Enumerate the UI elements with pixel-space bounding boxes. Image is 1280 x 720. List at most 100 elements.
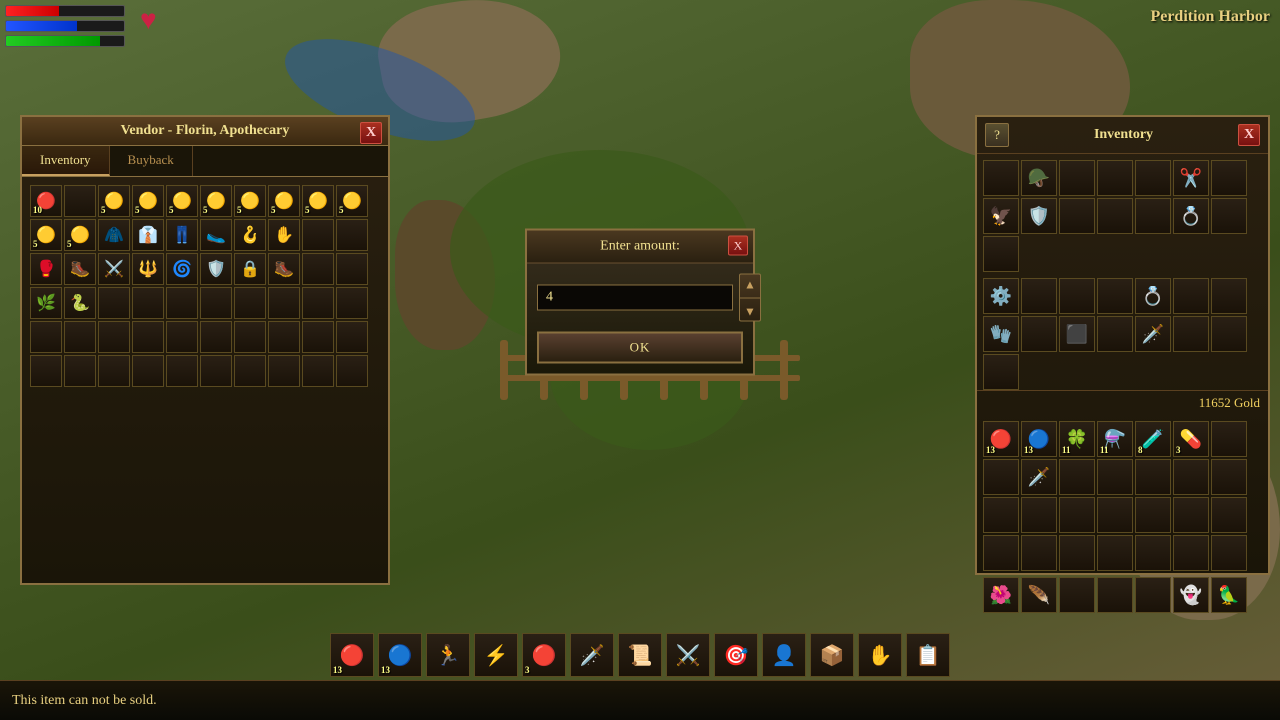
inv-slot-r-10[interactable] (1097, 198, 1133, 234)
vendor-slot-11[interactable]: 🟡5 (64, 219, 96, 251)
inv-slot-r-24[interactable]: ⬛ (1059, 316, 1095, 352)
vendor-slot-45[interactable] (200, 321, 232, 353)
spinner-up-icon[interactable]: ▲ (744, 278, 756, 290)
inv-item-slot-11[interactable] (1135, 459, 1171, 495)
inv-item-slot-16[interactable] (1059, 497, 1095, 533)
inv-slot-r-19[interactable]: 💍 (1135, 278, 1171, 314)
vendor-slot-48[interactable] (302, 321, 334, 353)
inv-item-slot-27[interactable] (1211, 535, 1247, 571)
inv-bottom-slot-3[interactable] (1097, 577, 1133, 613)
vendor-slot-49[interactable] (336, 321, 368, 353)
inv-slot-r-16[interactable] (1021, 278, 1057, 314)
dialog-close-button[interactable]: X (728, 236, 748, 256)
amount-input[interactable] (537, 285, 733, 311)
vendor-slot-1[interactable] (64, 185, 96, 217)
vendor-slot-18[interactable] (302, 219, 334, 251)
vendor-slot-13[interactable]: 👔 (132, 219, 164, 251)
vendor-slot-2[interactable]: 🟡5 (98, 185, 130, 217)
inv-bottom-slot-0[interactable]: 🌺 (983, 577, 1019, 613)
vendor-slot-39[interactable] (336, 287, 368, 319)
vendor-slot-41[interactable] (64, 321, 96, 353)
vendor-slot-0[interactable]: 🔴10 (30, 185, 62, 217)
vendor-slot-6[interactable]: 🟡5 (234, 185, 266, 217)
vendor-slot-57[interactable] (268, 355, 300, 387)
vendor-slot-58[interactable] (302, 355, 334, 387)
vendor-slot-21[interactable]: 🥾 (64, 253, 96, 285)
vendor-slot-37[interactable] (268, 287, 300, 319)
vendor-slot-35[interactable] (200, 287, 232, 319)
vendor-slot-26[interactable]: 🔒 (234, 253, 266, 285)
inventory-close-button[interactable]: X (1238, 124, 1260, 146)
vendor-slot-42[interactable] (98, 321, 130, 353)
vendor-slot-29[interactable] (336, 253, 368, 285)
tab-buyback[interactable]: Buyback (110, 146, 193, 176)
vendor-slot-7[interactable]: 🟡5 (268, 185, 300, 217)
vendor-slot-33[interactable] (132, 287, 164, 319)
inv-item-slot-9[interactable] (1059, 459, 1095, 495)
inv-slot-r-22[interactable]: 🧤 (983, 316, 1019, 352)
toolbar-slot-12[interactable]: 📋 (906, 633, 950, 677)
inv-slot-r-12[interactable]: 💍 (1173, 198, 1209, 234)
vendor-close-button[interactable]: X (360, 122, 382, 144)
inv-item-slot-2[interactable]: 🍀11 (1059, 421, 1095, 457)
inv-item-slot-25[interactable] (1135, 535, 1171, 571)
vendor-slot-17[interactable]: ✋ (268, 219, 300, 251)
vendor-slot-8[interactable]: 🟡5 (302, 185, 334, 217)
toolbar-slot-7[interactable]: ⚔️ (666, 633, 710, 677)
vendor-slot-43[interactable] (132, 321, 164, 353)
inv-item-slot-23[interactable] (1059, 535, 1095, 571)
inv-item-slot-12[interactable] (1173, 459, 1209, 495)
inv-item-slot-15[interactable] (1021, 497, 1057, 533)
inv-slot-r-23[interactable] (1021, 316, 1057, 352)
inv-slot-r-28[interactable] (1211, 316, 1247, 352)
vendor-slot-47[interactable] (268, 321, 300, 353)
toolbar-slot-9[interactable]: 👤 (762, 633, 806, 677)
vendor-slot-31[interactable]: 🐍 (64, 287, 96, 319)
inv-slot-r-13[interactable] (1211, 198, 1247, 234)
toolbar-slot-11[interactable]: ✋ (858, 633, 902, 677)
vendor-slot-4[interactable]: 🟡5 (166, 185, 198, 217)
vendor-slot-40[interactable] (30, 321, 62, 353)
vendor-slot-50[interactable] (30, 355, 62, 387)
inv-slot-r-11[interactable] (1135, 198, 1171, 234)
ok-button[interactable]: OK (537, 332, 743, 364)
toolbar-slot-5[interactable]: 🗡️ (570, 633, 614, 677)
vendor-slot-10[interactable]: 🟡5 (30, 219, 62, 251)
vendor-slot-34[interactable] (166, 287, 198, 319)
inv-slot-r-29[interactable] (983, 354, 1019, 390)
vendor-slot-55[interactable] (200, 355, 232, 387)
inv-item-slot-0[interactable]: 🔴13 (983, 421, 1019, 457)
vendor-slot-44[interactable] (166, 321, 198, 353)
vendor-slot-38[interactable] (302, 287, 334, 319)
inv-bottom-slot-4[interactable] (1135, 577, 1171, 613)
tab-inventory[interactable]: Inventory (22, 146, 110, 176)
inv-slot-r-5[interactable]: ✂️ (1173, 160, 1209, 196)
inv-bottom-slot-5[interactable]: 👻 (1173, 577, 1209, 613)
inv-slot-r-4[interactable] (1135, 160, 1171, 196)
inv-item-slot-18[interactable] (1135, 497, 1171, 533)
inv-item-slot-10[interactable] (1097, 459, 1133, 495)
inv-slot-r-3[interactable] (1097, 160, 1133, 196)
inv-slot-r-15[interactable]: ⚙️ (983, 278, 1019, 314)
inv-bottom-slot-6[interactable]: 🦜 (1211, 577, 1247, 613)
vendor-slot-32[interactable] (98, 287, 130, 319)
vendor-slot-22[interactable]: ⚔️ (98, 253, 130, 285)
toolbar-slot-10[interactable]: 📦 (810, 633, 854, 677)
inv-item-slot-5[interactable]: 💊3 (1173, 421, 1209, 457)
inv-item-slot-13[interactable] (1211, 459, 1247, 495)
inv-bottom-slot-1[interactable]: 🪶 (1021, 577, 1057, 613)
inv-item-slot-19[interactable] (1173, 497, 1209, 533)
vendor-slot-15[interactable]: 🥿 (200, 219, 232, 251)
vendor-slot-24[interactable]: 🌀 (166, 253, 198, 285)
inv-slot-r-14[interactable] (983, 236, 1019, 272)
inv-item-slot-8[interactable]: 🗡️ (1021, 459, 1057, 495)
inv-item-slot-1[interactable]: 🔵13 (1021, 421, 1057, 457)
inv-slot-r-18[interactable] (1097, 278, 1133, 314)
vendor-slot-52[interactable] (98, 355, 130, 387)
inv-item-slot-21[interactable] (983, 535, 1019, 571)
inv-slot-r-17[interactable] (1059, 278, 1095, 314)
inv-slot-r-25[interactable] (1097, 316, 1133, 352)
vendor-slot-46[interactable] (234, 321, 266, 353)
inv-slot-r-1[interactable]: 🪖 (1021, 160, 1057, 196)
vendor-slot-14[interactable]: 👖 (166, 219, 198, 251)
